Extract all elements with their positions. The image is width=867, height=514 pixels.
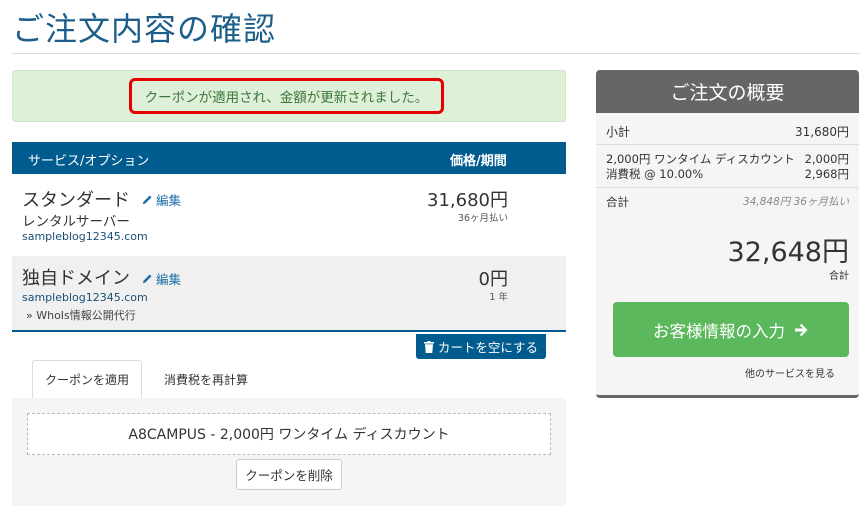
tab-recalculate-tax[interactable]: 消費税を再計算 (146, 360, 266, 398)
alert-message: クーポンが適用され、金額が更新されました。 (144, 90, 429, 106)
coupon-tabs: クーポンを適用 消費税を再計算 (12, 360, 566, 398)
total-row: 合計 34,848円 36ヶ月払い (606, 194, 849, 210)
remove-coupon-button[interactable]: クーポンを削除 (236, 459, 342, 490)
title-divider (12, 53, 860, 54)
billing-cycle: 36ヶ月払い (457, 213, 508, 224)
product-domain: sampleblog12345.com (22, 291, 148, 304)
cart-item-standard: スタンダード 編集 レンタルサーバー sampleblog12345.com 3… (12, 174, 566, 256)
success-alert: クーポンが適用され、金額が更新されました。 (12, 70, 566, 122)
total-label: 合計 (606, 195, 629, 209)
order-summary: ご注文の概要 小計 31,680円 2,000円 ワンタイム ディスカウント 2… (596, 70, 859, 398)
other-services-link[interactable]: 他のサービスを見る (745, 365, 835, 380)
cart-item-domain: 独自ドメイン 編集 sampleblog12345.com » WhoIs情報公… (12, 256, 566, 332)
product-group: レンタルサーバー (22, 214, 130, 230)
addon-whois: » WhoIs情報公開代行 (26, 309, 136, 322)
summary-divider (596, 144, 859, 145)
page-title: ご注文内容の確認 (12, 10, 277, 48)
product-name: 独自ドメイン (22, 268, 130, 289)
edit-label: 編集 (156, 193, 182, 208)
subtotal-row: 小計 31,680円 (606, 123, 849, 140)
applied-coupon: A8CAMPUS - 2,000円 ワンタイム ディスカウント (27, 413, 551, 455)
product-domain: sampleblog12345.com (22, 230, 148, 243)
subtotal-value: 31,680円 (795, 125, 849, 139)
total-note: 34,848円 36ヶ月払い (743, 196, 849, 208)
tab-apply-coupon[interactable]: クーポンを適用 (32, 360, 142, 398)
summary-title: ご注文の概要 (596, 70, 859, 113)
tax-row: 消費税 @ 10.00% 2,968円 (606, 166, 849, 182)
product-price: 31,680円 (427, 190, 508, 211)
discount-label: 2,000円 ワンタイム ディスカウント (606, 152, 795, 166)
empty-cart-button[interactable]: カートを空にする (416, 334, 546, 359)
tax-value: 2,968円 (804, 167, 849, 181)
pencil-icon (142, 195, 152, 205)
tax-label: 消費税 @ 10.00% (606, 167, 704, 181)
edit-link[interactable]: 編集 (142, 269, 181, 288)
checkout-button[interactable]: お客様情報の入力 (613, 302, 849, 357)
empty-cart-label: カートを空にする (437, 340, 539, 355)
product-price: 0円 (478, 269, 508, 290)
cart-header: サービス/オプション 価格/期間 (12, 142, 566, 174)
edit-link[interactable]: 編集 (142, 190, 181, 209)
discount-row: 2,000円 ワンタイム ディスカウント 2,000円 (606, 151, 849, 167)
pencil-icon (142, 274, 152, 284)
header-price: 価格/期間 (450, 154, 507, 169)
coupon-panel: A8CAMPUS - 2,000円 ワンタイム ディスカウント クーポンを削除 (12, 398, 566, 506)
grand-total-caption: 合計 (829, 271, 849, 282)
discount-value: 2,000円 (804, 152, 849, 166)
arrow-right-icon (795, 323, 808, 336)
alert-highlight-box: クーポンが適用され、金額が更新されました。 (129, 78, 444, 114)
trash-icon (423, 340, 434, 353)
subtotal-label: 小計 (606, 125, 631, 139)
summary-divider (596, 187, 859, 188)
edit-label: 編集 (156, 272, 182, 287)
header-service: サービス/オプション (28, 154, 150, 169)
checkout-label: お客様情報の入力 (653, 321, 785, 341)
grand-total: 32,648円 (727, 237, 849, 268)
billing-cycle: 1 年 (489, 292, 508, 303)
product-name: スタンダード (22, 190, 130, 211)
